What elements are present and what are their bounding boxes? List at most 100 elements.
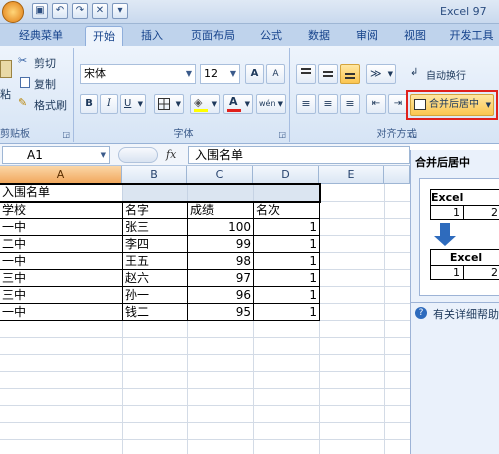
column-header-c[interactable]: C: [187, 166, 253, 184]
chevron-down-icon[interactable]: ▼: [101, 147, 106, 163]
header-cell-rank[interactable]: 名次: [254, 202, 319, 219]
table-cell[interactable]: 1: [254, 219, 319, 236]
orientation-button[interactable]: ≫ ▼: [366, 64, 396, 84]
align-middle-button[interactable]: [318, 64, 338, 84]
table-cell[interactable]: 99: [188, 236, 253, 253]
before-empty-cell: [463, 189, 499, 206]
table-cell[interactable]: 1: [254, 253, 319, 270]
wrap-text-button[interactable]: ↲ 自动换行: [410, 65, 498, 83]
name-box[interactable]: A1 ▼: [2, 146, 110, 164]
after-cell-2: 2: [463, 265, 499, 280]
table-cell[interactable]: 一中: [0, 219, 122, 236]
column-header-a[interactable]: A: [0, 166, 122, 184]
font-name-combo[interactable]: 宋体 ▼: [80, 64, 196, 84]
table-cell[interactable]: 三中: [0, 270, 122, 287]
header-cell-school[interactable]: 学校: [0, 202, 122, 219]
chevron-down-icon[interactable]: ▼: [486, 95, 491, 115]
formula-input[interactable]: 入围名单: [188, 146, 410, 164]
tab-formulas[interactable]: 公式: [252, 26, 290, 46]
bold-button[interactable]: B: [80, 94, 98, 114]
table-cell[interactable]: 一中: [0, 304, 122, 321]
tool-icon[interactable]: ✕: [92, 3, 108, 19]
table-cell[interactable]: 王五: [123, 253, 187, 270]
table-cell[interactable]: 1: [254, 270, 319, 287]
tab-page-layout[interactable]: 页面布局: [182, 26, 244, 46]
column-header-b[interactable]: B: [122, 166, 187, 184]
table-cell[interactable]: 赵六: [123, 270, 187, 287]
tab-home[interactable]: 开始: [85, 26, 123, 46]
redo-icon[interactable]: ↷: [72, 3, 88, 19]
tab-data[interactable]: 数据: [300, 26, 338, 46]
column-header-d[interactable]: D: [253, 166, 319, 184]
tab-view[interactable]: 视图: [396, 26, 434, 46]
font-color-button[interactable]: A ▼: [223, 94, 253, 114]
align-bottom-button[interactable]: [340, 64, 360, 84]
worksheet-grid[interactable]: A B C D E 入围名单 学校 名字 成绩 名次 一中 张三 100 1 二…: [0, 166, 410, 454]
tab-classic-menu[interactable]: 经典菜单: [8, 26, 74, 46]
table-cell[interactable]: 98: [188, 253, 253, 270]
table-cell[interactable]: 李四: [123, 236, 187, 253]
table-cell[interactable]: 1: [254, 287, 319, 304]
chevron-down-icon[interactable]: ▼: [230, 65, 236, 83]
gridline: [319, 320, 410, 321]
table-cell[interactable]: 一中: [0, 253, 122, 270]
table-cell[interactable]: 1: [254, 236, 319, 253]
chevron-down-icon[interactable]: ▼: [186, 65, 192, 83]
borders-button[interactable]: ▼: [154, 94, 184, 114]
table-cell[interactable]: 97: [188, 270, 253, 287]
paste-button[interactable]: 粘: [0, 56, 14, 101]
table-cell[interactable]: 1: [254, 304, 319, 321]
table-cell[interactable]: 钱二: [123, 304, 187, 321]
align-right-button[interactable]: ≡: [340, 94, 360, 114]
column-header-e[interactable]: E: [319, 166, 384, 184]
help-link[interactable]: ? 有关详细帮助: [415, 306, 499, 322]
dialog-launcher-icon[interactable]: ◲: [409, 130, 417, 139]
fx-icon[interactable]: fx: [166, 148, 176, 161]
tab-review[interactable]: 审阅: [348, 26, 386, 46]
header-cell-score[interactable]: 成绩: [188, 202, 253, 219]
table-cell[interactable]: 二中: [0, 236, 122, 253]
title-bar: ▣ ↶ ↷ ✕ ▾ Excel 97: [0, 0, 499, 24]
phonetic-button[interactable]: wén ▼: [256, 94, 286, 114]
underline-button[interactable]: U ▼: [120, 94, 146, 114]
shrink-font-button[interactable]: A: [266, 64, 285, 84]
ribbon: 粘 ✂ 剪切 复制 ✎ 格式刷 剪贴板 ◲ 宋体 ▼ 12 ▼ A A B I …: [0, 46, 499, 144]
column-header-f[interactable]: [384, 166, 410, 184]
increase-indent-button[interactable]: ⇥: [388, 94, 408, 114]
gridline: [319, 252, 410, 253]
align-center-button[interactable]: ≡: [318, 94, 338, 114]
merge-center-button[interactable]: 合并后居中 ▼: [410, 94, 494, 116]
tooltip-title: 合并后居中: [415, 156, 470, 169]
align-top-button[interactable]: [296, 64, 316, 84]
tab-developer[interactable]: 开发工具: [444, 26, 499, 46]
table-cell[interactable]: 孙一: [123, 287, 187, 304]
table-cell[interactable]: 100: [188, 219, 253, 236]
chevron-down-icon[interactable]: ▼: [278, 95, 283, 113]
table-cell[interactable]: 三中: [0, 287, 122, 304]
cut-label: 剪切: [34, 57, 56, 70]
chevron-down-icon[interactable]: ▼: [138, 95, 143, 113]
chevron-down-icon[interactable]: ▼: [212, 95, 217, 113]
dialog-launcher-icon[interactable]: ◲: [62, 130, 70, 139]
office-button[interactable]: [2, 1, 24, 23]
chevron-down-icon[interactable]: ▼: [388, 65, 393, 83]
chevron-down-icon[interactable]: ▼: [245, 95, 250, 113]
dropdown-icon[interactable]: ▾: [112, 3, 128, 19]
table-cell[interactable]: 95: [188, 304, 253, 321]
font-size-combo[interactable]: 12 ▼: [200, 64, 240, 84]
tab-insert[interactable]: 插入: [132, 26, 172, 46]
bold-label: B: [85, 98, 93, 109]
grow-font-button[interactable]: A: [245, 64, 264, 84]
dialog-launcher-icon[interactable]: ◲: [278, 130, 286, 139]
table-cell[interactable]: 96: [188, 287, 253, 304]
gridline: [0, 405, 410, 406]
decrease-indent-button[interactable]: ⇤: [366, 94, 386, 114]
undo-icon[interactable]: ↶: [52, 3, 68, 19]
table-cell[interactable]: 张三: [123, 219, 187, 236]
align-left-button[interactable]: ≡: [296, 94, 316, 114]
italic-button[interactable]: I: [100, 94, 118, 114]
chevron-down-icon[interactable]: ▼: [176, 95, 181, 113]
fill-color-button[interactable]: ◈ ▼: [190, 94, 220, 114]
save-icon[interactable]: ▣: [32, 3, 48, 19]
header-cell-name[interactable]: 名字: [123, 202, 187, 219]
